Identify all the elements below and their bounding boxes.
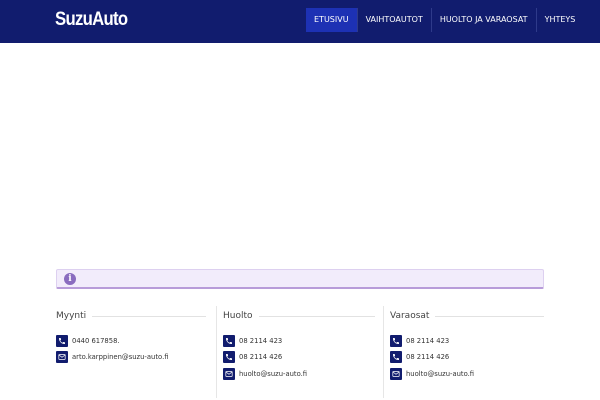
email-link[interactable]: huolto@suzu-auto.fi xyxy=(406,370,474,378)
column-heading: Varaosat xyxy=(390,309,544,323)
contact-row: 08 2114 423 xyxy=(390,335,449,347)
main-nav: ETUSIVU VAIHTOAUTOT HUOLTO JA VARAOSAT Y… xyxy=(306,8,583,32)
footer-column-huolto: Huolto 08 2114 423 08 2114 426 huolto@su… xyxy=(223,309,375,380)
info-icon: i xyxy=(64,273,76,285)
nav-item-yhteys[interactable]: YHTEYS xyxy=(535,8,584,32)
phone-icon xyxy=(56,335,68,347)
contact-row: huolto@suzu-auto.fi xyxy=(390,368,474,380)
column-title: Varaosat xyxy=(390,311,430,321)
column-title: Myynti xyxy=(56,311,87,321)
heading-rule xyxy=(435,315,544,317)
heading-rule xyxy=(258,315,375,317)
phone-icon xyxy=(390,335,402,347)
column-divider xyxy=(383,306,384,398)
phone-number[interactable]: 0440 617858. xyxy=(72,337,120,345)
footer-column-myynti: Myynti 0440 617858. arto.karppinen@suzu-… xyxy=(56,309,206,363)
info-notice: i xyxy=(56,269,544,289)
phone-number[interactable]: 08 2114 426 xyxy=(406,353,449,361)
nav-item-vaihtoautot[interactable]: VAIHTOAUTOT xyxy=(356,8,431,32)
email-link[interactable]: huolto@suzu-auto.fi xyxy=(239,370,307,378)
site-header: SuzuAuto ETUSIVU VAIHTOAUTOT HUOLTO JA V… xyxy=(0,0,600,43)
contact-row: 08 2114 426 xyxy=(223,351,282,363)
phone-icon xyxy=(390,351,402,363)
contact-row: 08 2114 423 xyxy=(223,335,282,347)
column-heading: Myynti xyxy=(56,309,206,323)
mail-icon xyxy=(390,368,402,380)
footer-column-varaosat: Varaosat 08 2114 423 08 2114 426 huolto@… xyxy=(390,309,544,380)
nav-item-huolto-ja-varaosat[interactable]: HUOLTO JA VARAOSAT xyxy=(430,8,536,32)
phone-number[interactable]: 08 2114 423 xyxy=(239,337,282,345)
column-title: Huolto xyxy=(223,311,253,321)
phone-icon xyxy=(223,351,235,363)
phone-number[interactable]: 08 2114 423 xyxy=(406,337,449,345)
phone-icon xyxy=(223,335,235,347)
phone-number[interactable]: 08 2114 426 xyxy=(239,353,282,361)
contact-row: 0440 617858. xyxy=(56,335,120,347)
contact-row: huolto@suzu-auto.fi xyxy=(223,368,307,380)
column-heading: Huolto xyxy=(223,309,375,323)
contact-row: arto.karppinen@suzu-auto.fi xyxy=(56,351,169,363)
contact-row: 08 2114 426 xyxy=(390,351,449,363)
column-divider xyxy=(216,306,217,398)
mail-icon xyxy=(56,351,68,363)
email-link[interactable]: arto.karppinen@suzu-auto.fi xyxy=(72,353,169,361)
nav-item-etusivu[interactable]: ETUSIVU xyxy=(306,8,357,32)
mail-icon xyxy=(223,368,235,380)
heading-rule xyxy=(92,315,206,317)
site-logo[interactable]: SuzuAuto xyxy=(55,9,128,31)
